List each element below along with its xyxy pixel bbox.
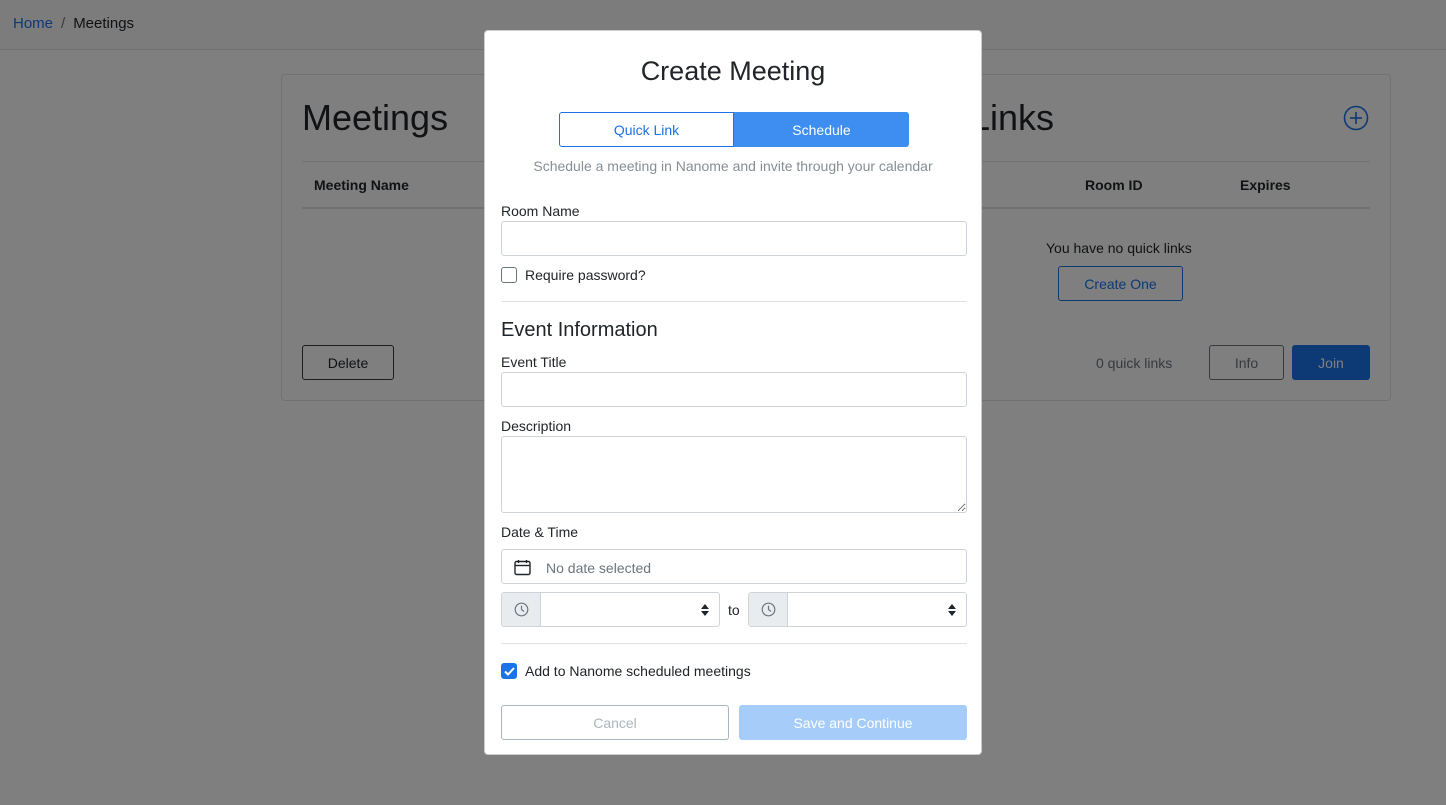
add-to-scheduled-checkbox[interactable] (501, 663, 517, 679)
divider (501, 643, 967, 644)
date-placeholder: No date selected (546, 560, 652, 576)
require-password-checkbox[interactable] (501, 267, 517, 283)
tab-quick-link[interactable]: Quick Link (559, 112, 734, 147)
event-title-label: Event Title (501, 354, 567, 370)
clock-icon (502, 593, 541, 626)
end-time-select[interactable] (748, 592, 967, 627)
modal-subtitle: Schedule a meeting in Nanome and invite … (533, 158, 933, 174)
event-title-input[interactable] (501, 372, 967, 407)
event-information-heading: Event Information (501, 319, 658, 341)
date-picker-input[interactable]: No date selected (501, 549, 967, 584)
checkmark-icon (503, 666, 515, 676)
date-time-label: Date & Time (501, 524, 579, 540)
description-textarea[interactable] (501, 436, 967, 513)
calendar-icon (514, 560, 531, 576)
create-meeting-modal: Create Meeting Quick Link Schedule Sched… (484, 30, 982, 755)
meeting-type-toggle: Quick Link Schedule (559, 112, 909, 147)
divider (501, 301, 967, 302)
to-label: to (728, 602, 740, 618)
clock-icon (749, 593, 788, 626)
select-arrows-icon (701, 604, 709, 616)
start-time-select[interactable] (501, 592, 720, 627)
save-and-continue-button[interactable]: Save and Continue (739, 705, 967, 740)
require-password-label: Require password? (525, 267, 646, 283)
modal-title: Create Meeting (640, 56, 826, 86)
tab-schedule[interactable]: Schedule (734, 112, 909, 147)
description-label: Description (501, 418, 572, 434)
select-arrows-icon (948, 604, 956, 616)
cancel-button[interactable]: Cancel (501, 705, 729, 740)
room-name-label: Room Name (501, 203, 580, 219)
room-name-input[interactable] (501, 221, 967, 256)
add-to-scheduled-label: Add to Nanome scheduled meetings (525, 663, 751, 679)
